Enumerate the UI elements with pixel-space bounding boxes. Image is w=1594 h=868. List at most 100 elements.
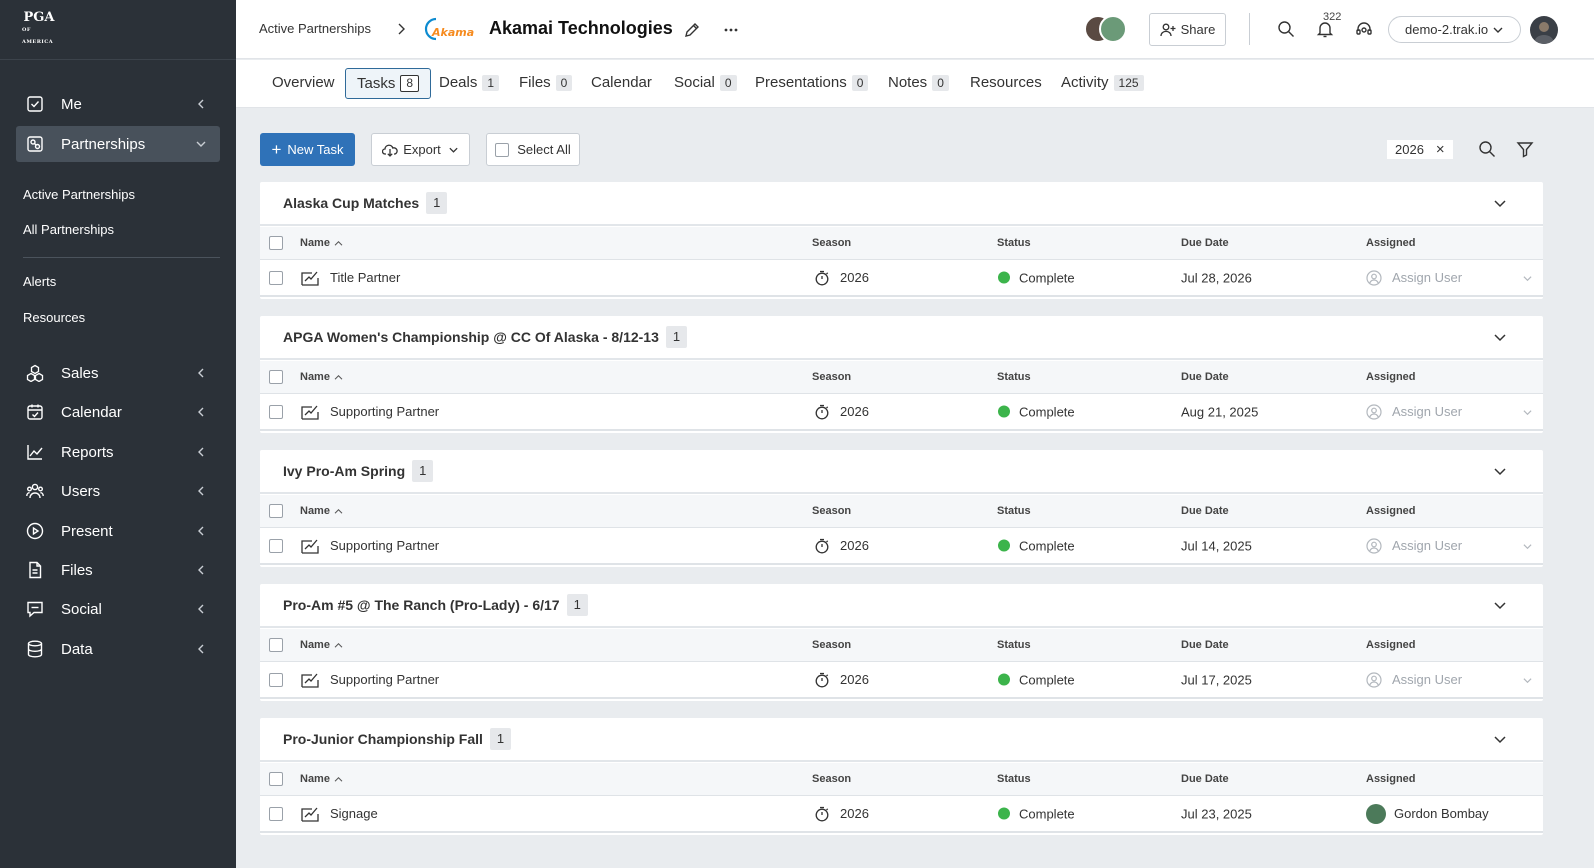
- group-select-checkbox[interactable]: [269, 236, 283, 250]
- checkbox[interactable]: [269, 772, 283, 786]
- sidebar-sub-all-partnerships[interactable]: All Partnerships: [23, 222, 114, 237]
- row-select-checkbox[interactable]: [269, 270, 283, 285]
- chevron-down-icon[interactable]: [1493, 734, 1507, 746]
- pga-logo[interactable]: PGA OF AMERICA: [22, 11, 56, 47]
- sidebar-sub-resources[interactable]: Resources: [23, 310, 85, 325]
- column-season[interactable]: Season: [812, 505, 851, 517]
- chevron-down-icon[interactable]: [1522, 542, 1533, 551]
- column-name[interactable]: Name: [300, 237, 343, 249]
- table-row[interactable]: Title Partner 2026 Complete Jul 28, 2026…: [260, 260, 1543, 297]
- sidebar-item-present[interactable]: Present: [16, 513, 220, 549]
- task-name-cell[interactable]: Title Partner: [300, 269, 400, 287]
- column-name[interactable]: Name: [300, 639, 343, 651]
- row-select-checkbox[interactable]: [269, 404, 283, 419]
- table-row[interactable]: Supporting Partner 2026 Complete Jul 17,…: [260, 662, 1543, 699]
- checkbox[interactable]: [269, 806, 283, 821]
- chevron-down-icon[interactable]: [1522, 408, 1533, 417]
- tab-notes[interactable]: Notes 0: [888, 74, 949, 91]
- chevron-down-icon[interactable]: [1493, 600, 1507, 612]
- group-header[interactable]: Pro-Am #5 @ The Ranch (Pro-Lady) - 6/17 …: [260, 584, 1543, 628]
- user-avatar[interactable]: [1530, 16, 1558, 44]
- column-name[interactable]: Name: [300, 505, 343, 517]
- column-name[interactable]: Name: [300, 773, 343, 785]
- checkbox[interactable]: [269, 270, 283, 285]
- checkbox[interactable]: [269, 638, 283, 652]
- table-row[interactable]: Supporting Partner 2026 Complete Jul 14,…: [260, 528, 1543, 565]
- column-due-date[interactable]: Due Date: [1181, 371, 1229, 383]
- tab-presentations[interactable]: Presentations 0: [755, 74, 869, 91]
- group-select-checkbox[interactable]: [269, 370, 283, 384]
- column-assigned[interactable]: Assigned: [1366, 237, 1416, 249]
- column-due-date[interactable]: Due Date: [1181, 237, 1229, 249]
- task-name-cell[interactable]: Supporting Partner: [300, 403, 439, 421]
- search-icon[interactable]: [1277, 20, 1295, 38]
- support-headset-icon[interactable]: [1355, 20, 1373, 38]
- sidebar-item-reports[interactable]: Reports: [16, 434, 220, 470]
- edit-pencil-icon[interactable]: [683, 21, 701, 39]
- checkbox[interactable]: [269, 404, 283, 419]
- sidebar-item-sales[interactable]: Sales: [16, 355, 220, 391]
- row-select-checkbox[interactable]: [269, 672, 283, 687]
- column-season[interactable]: Season: [812, 237, 851, 249]
- sidebar-sub-active-partnerships[interactable]: Active Partnerships: [23, 187, 135, 202]
- task-assigned-cell[interactable]: Assign User: [1366, 403, 1462, 420]
- column-name[interactable]: Name: [300, 371, 343, 383]
- chevron-down-icon[interactable]: [1493, 198, 1507, 210]
- chevron-down-icon[interactable]: [1493, 332, 1507, 344]
- column-status[interactable]: Status: [997, 505, 1031, 517]
- task-status-cell[interactable]: Complete: [998, 672, 1075, 687]
- column-assigned[interactable]: Assigned: [1366, 639, 1416, 651]
- sidebar-item-users[interactable]: Users: [16, 473, 220, 509]
- table-row[interactable]: Signage 2026 Complete Jul 23, 2025 Gordo…: [260, 796, 1543, 833]
- sidebar-item-files[interactable]: Files: [16, 552, 220, 588]
- task-name-cell[interactable]: Signage: [300, 805, 378, 823]
- more-options-icon[interactable]: [722, 21, 740, 39]
- share-button[interactable]: Share: [1149, 13, 1226, 46]
- org-switcher[interactable]: demo-2.trak.io: [1388, 16, 1521, 43]
- close-icon[interactable]: ×: [1436, 141, 1445, 158]
- column-status[interactable]: Status: [997, 371, 1031, 383]
- column-status[interactable]: Status: [997, 773, 1031, 785]
- row-select-checkbox[interactable]: [269, 806, 283, 821]
- group-header[interactable]: APGA Women's Championship @ CC Of Alaska…: [260, 316, 1543, 360]
- task-assigned-cell[interactable]: Assign User: [1366, 537, 1462, 554]
- column-season[interactable]: Season: [812, 773, 851, 785]
- column-assigned[interactable]: Assigned: [1366, 773, 1416, 785]
- task-status-cell[interactable]: Complete: [998, 806, 1075, 821]
- column-season[interactable]: Season: [812, 371, 851, 383]
- group-header[interactable]: Ivy Pro-Am Spring 1: [260, 450, 1543, 494]
- table-row[interactable]: Supporting Partner 2026 Complete Aug 21,…: [260, 394, 1543, 431]
- tab-overview[interactable]: Overview: [272, 74, 335, 91]
- season-filter-chip[interactable]: 2026 ×: [1387, 140, 1453, 159]
- tab-tasks[interactable]: Tasks 8: [345, 68, 432, 99]
- tab-resources[interactable]: Resources: [970, 74, 1042, 91]
- task-status-cell[interactable]: Complete: [998, 404, 1075, 419]
- checkbox[interactable]: [269, 236, 283, 250]
- column-due-date[interactable]: Due Date: [1181, 639, 1229, 651]
- column-season[interactable]: Season: [812, 639, 851, 651]
- column-status[interactable]: Status: [997, 639, 1031, 651]
- tab-activity[interactable]: Activity 125: [1061, 74, 1144, 91]
- select-all-button[interactable]: Select All: [486, 133, 580, 166]
- group-select-checkbox[interactable]: [269, 638, 283, 652]
- checkbox[interactable]: [269, 538, 283, 553]
- sidebar-item-social[interactable]: Social: [16, 591, 220, 627]
- column-assigned[interactable]: Assigned: [1366, 505, 1416, 517]
- task-assigned-cell[interactable]: Gordon Bombay: [1366, 803, 1489, 824]
- group-header[interactable]: Alaska Cup Matches 1: [260, 182, 1543, 226]
- task-name-cell[interactable]: Supporting Partner: [300, 537, 439, 555]
- chevron-down-icon[interactable]: [1493, 466, 1507, 478]
- checkbox[interactable]: [269, 370, 283, 384]
- filter-icon[interactable]: [1516, 140, 1534, 158]
- column-status[interactable]: Status: [997, 237, 1031, 249]
- tab-calendar[interactable]: Calendar: [591, 74, 652, 91]
- chevron-down-icon[interactable]: [1522, 274, 1533, 283]
- checkbox[interactable]: [269, 504, 283, 518]
- column-assigned[interactable]: Assigned: [1366, 371, 1416, 383]
- task-name-cell[interactable]: Supporting Partner: [300, 671, 439, 689]
- task-status-cell[interactable]: Complete: [998, 538, 1075, 553]
- collaborator-avatars[interactable]: [1084, 15, 1130, 43]
- chevron-down-icon[interactable]: [1522, 676, 1533, 685]
- new-task-button[interactable]: + New Task: [260, 133, 355, 166]
- sidebar-item-calendar[interactable]: Calendar: [16, 394, 220, 430]
